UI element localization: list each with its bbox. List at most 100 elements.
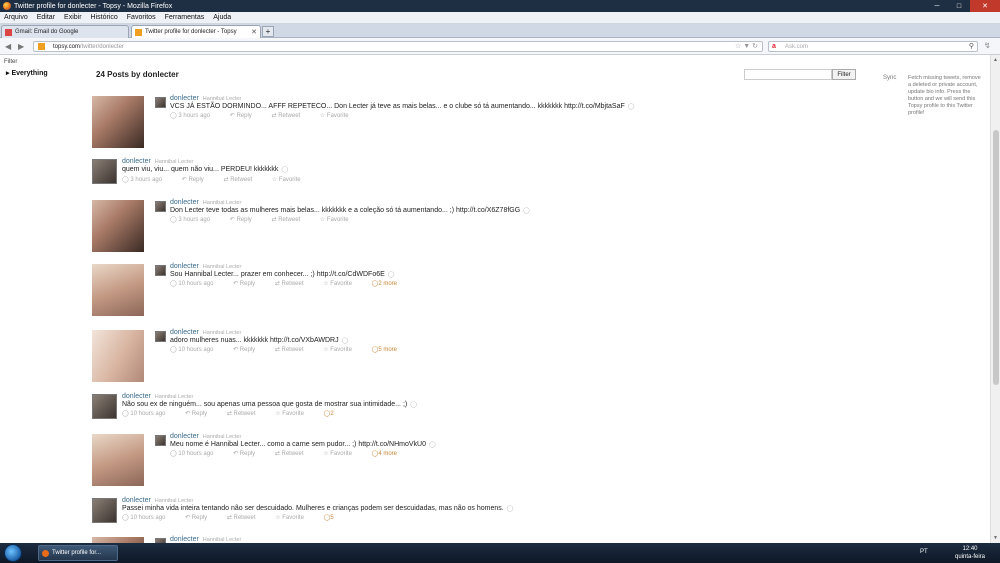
- time-link[interactable]: ◯ 10 hours ago: [170, 347, 222, 353]
- reply-button[interactable]: ↶ Reply: [233, 281, 264, 287]
- favorite-button[interactable]: ☆ Favorite: [320, 113, 358, 119]
- favorite-button[interactable]: ☆ Favorite: [275, 515, 313, 521]
- minimize-button[interactable]: ─: [926, 0, 948, 12]
- time-link[interactable]: ◯ 10 hours ago: [122, 411, 174, 417]
- post-username[interactable]: donlecter Hannibal Lecter: [170, 199, 241, 206]
- post-image[interactable]: [92, 200, 144, 252]
- new-tab-button[interactable]: +: [262, 26, 274, 37]
- favorite-button[interactable]: ☆ Favorite: [323, 347, 361, 353]
- time-link[interactable]: ◯ 3 hours ago: [170, 217, 219, 223]
- system-clock[interactable]: 12:40 quinta-feira: [955, 545, 985, 561]
- tab-close-icon[interactable]: ✕: [251, 28, 257, 36]
- post-username[interactable]: donlecter Hannibal Lecter: [170, 536, 241, 543]
- forward-icon[interactable]: ▶: [18, 42, 24, 51]
- filter-label: Filter: [4, 59, 18, 65]
- scroll-up-icon[interactable]: ▲: [993, 57, 998, 63]
- menu-ajuda[interactable]: Ajuda: [213, 14, 231, 21]
- retweet-button[interactable]: ⇄ Retweet: [275, 451, 313, 457]
- avatar[interactable]: [155, 435, 166, 446]
- taskbar-firefox-button[interactable]: Twitter profile for...: [38, 545, 118, 561]
- tab-topsy[interactable]: Twitter profile for donlecter - Topsy ✕: [131, 25, 261, 38]
- sync-label[interactable]: Sync: [883, 75, 896, 81]
- retweet-button[interactable]: ⇄ Retweet: [227, 515, 265, 521]
- post-username[interactable]: donlecter Hannibal Lecter: [170, 263, 241, 270]
- post-image[interactable]: [92, 96, 144, 148]
- filter-button[interactable]: Filter: [832, 69, 856, 80]
- post-image[interactable]: [92, 330, 144, 382]
- more-link[interactable]: ◯5: [324, 515, 343, 521]
- addons-icon[interactable]: ↯: [984, 41, 991, 50]
- reply-button[interactable]: ↶ Reply: [230, 217, 261, 223]
- retweet-button[interactable]: ⇄ Retweet: [227, 411, 265, 417]
- reply-button[interactable]: ↶ Reply: [182, 177, 213, 183]
- time-link[interactable]: ◯ 10 hours ago: [170, 281, 222, 287]
- menu-favoritos[interactable]: Favoritos: [127, 14, 156, 21]
- page-scrollbar[interactable]: ▲ ▼: [990, 55, 1000, 543]
- time-link[interactable]: ◯ 3 hours ago: [122, 177, 171, 183]
- menu-exibir[interactable]: Exibir: [64, 14, 82, 21]
- post-text: Passei minha vida inteira tentando não s…: [122, 505, 514, 512]
- tab-gmail[interactable]: Gmail: Email do Google: [1, 25, 129, 38]
- avatar[interactable]: [92, 394, 117, 419]
- maximize-button[interactable]: □: [948, 0, 970, 12]
- menu-arquivo[interactable]: Arquivo: [4, 14, 28, 21]
- window-controls: ─ □ ✕: [926, 0, 1000, 12]
- post-username[interactable]: donlecter Hannibal Lecter: [170, 329, 241, 336]
- retweet-button[interactable]: ⇄ Retweet: [271, 113, 309, 119]
- menu-historico[interactable]: Histórico: [91, 14, 118, 21]
- post-image[interactable]: [92, 264, 144, 316]
- retweet-button[interactable]: ⇄ Retweet: [275, 281, 313, 287]
- favorite-button[interactable]: ☆ Favorite: [323, 281, 361, 287]
- favorite-button[interactable]: ☆ Favorite: [272, 177, 310, 183]
- favorite-button[interactable]: ☆ Favorite: [275, 411, 313, 417]
- window-titlebar: Twitter profile for donlecter - Topsy - …: [0, 0, 1000, 12]
- search-field[interactable]: a Ask.com ⚲: [768, 41, 978, 52]
- filter-everything[interactable]: ▸ Everything: [6, 69, 48, 77]
- more-link[interactable]: ◯5 more: [372, 347, 406, 353]
- reply-button[interactable]: ↶ Reply: [233, 347, 264, 353]
- pin-icon: ◯: [281, 167, 289, 173]
- post-meta: ◯ 10 hours ago ↶ Reply ⇄ Retweet ☆ Favor…: [122, 410, 352, 417]
- address-bar[interactable]: topsy.com /twitter/donlecter ☆ ▼ ↻: [33, 41, 763, 52]
- reply-button[interactable]: ↶ Reply: [185, 411, 216, 417]
- retweet-button[interactable]: ⇄ Retweet: [275, 347, 313, 353]
- avatar[interactable]: [155, 201, 166, 212]
- more-link[interactable]: ◯2 more: [372, 281, 406, 287]
- post-username[interactable]: donlecter Hannibal Lecter: [170, 95, 241, 102]
- reply-button[interactable]: ↶ Reply: [230, 113, 261, 119]
- menu-editar[interactable]: Editar: [37, 14, 55, 21]
- post-image[interactable]: [92, 434, 144, 486]
- post-username[interactable]: donlecter Hannibal Lecter: [122, 393, 193, 400]
- more-link[interactable]: ◯2: [324, 411, 343, 417]
- time-link[interactable]: ◯ 3 hours ago: [170, 113, 219, 119]
- time-link[interactable]: ◯ 10 hours ago: [122, 515, 174, 521]
- back-icon[interactable]: ◀: [5, 42, 11, 51]
- scroll-down-icon[interactable]: ▼: [993, 535, 998, 541]
- search-icon[interactable]: ⚲: [969, 42, 974, 50]
- retweet-button[interactable]: ⇄ Retweet: [271, 217, 309, 223]
- reply-button[interactable]: ↶ Reply: [233, 451, 264, 457]
- avatar[interactable]: [155, 331, 166, 342]
- avatar[interactable]: [92, 159, 117, 184]
- favorite-button[interactable]: ☆ Favorite: [323, 451, 361, 457]
- start-button[interactable]: [4, 544, 22, 562]
- language-indicator[interactable]: PT: [920, 549, 928, 555]
- avatar[interactable]: [155, 265, 166, 276]
- more-link[interactable]: ◯4 more: [372, 451, 406, 457]
- reply-button[interactable]: ↶ Reply: [185, 515, 216, 521]
- close-button[interactable]: ✕: [970, 0, 1000, 12]
- menu-ferramentas[interactable]: Ferramentas: [165, 14, 205, 21]
- avatar[interactable]: [92, 498, 117, 523]
- avatar[interactable]: [155, 97, 166, 108]
- post-username[interactable]: donlecter Hannibal Lecter: [170, 433, 241, 440]
- search-engine-icon[interactable]: a: [772, 43, 776, 50]
- bookmark-star-icon[interactable]: ☆ ▼ ↻: [735, 42, 758, 50]
- favorite-button[interactable]: ☆ Favorite: [320, 217, 358, 223]
- post-username[interactable]: donlecter Hannibal Lecter: [122, 158, 193, 165]
- scroll-thumb[interactable]: [993, 130, 999, 385]
- url-host: topsy.com: [53, 43, 80, 50]
- post-username[interactable]: donlecter Hannibal Lecter: [122, 497, 193, 504]
- retweet-button[interactable]: ⇄ Retweet: [223, 177, 261, 183]
- filter-input[interactable]: [744, 69, 832, 80]
- time-link[interactable]: ◯ 10 hours ago: [170, 451, 222, 457]
